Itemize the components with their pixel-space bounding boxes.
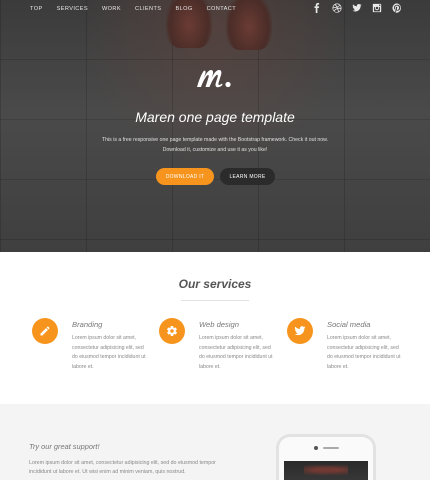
nav-item-contact[interactable]: CONTACT: [207, 6, 236, 12]
learn-more-button[interactable]: LEARN MORE: [220, 168, 275, 185]
support-title: Try our great support!: [29, 442, 100, 451]
nav-item-clients[interactable]: CLIENTS: [135, 6, 161, 12]
pinterest-icon[interactable]: [392, 3, 402, 13]
phone-speaker: [323, 447, 339, 449]
nav-item-top[interactable]: TOP: [30, 6, 43, 12]
nav-item-work[interactable]: WORK: [102, 6, 121, 12]
hero-section: TOP SERVICES WORK CLIENTS BLOG CONTACT M…: [0, 0, 430, 252]
instagram-icon[interactable]: [372, 3, 382, 13]
hero-description: This is a free responsive one page templ…: [90, 135, 340, 155]
facebook-icon[interactable]: [312, 3, 322, 13]
twitter-icon: [294, 326, 306, 336]
support-section: Try our great support! Lorem ipsum dolor…: [0, 404, 430, 480]
gear-icon: [167, 326, 177, 336]
pencil-icon: [40, 326, 50, 336]
social-links: [312, 3, 402, 13]
twitter-icon[interactable]: [352, 3, 362, 13]
nav-item-blog[interactable]: BLOG: [175, 6, 192, 12]
download-button[interactable]: DOWNLOAD IT: [156, 168, 214, 185]
phone-mockup: [276, 434, 376, 480]
services-title: Our services: [178, 277, 252, 291]
hero-desc-line2: Download it, customize and use it as you…: [162, 147, 268, 153]
dribbble-icon[interactable]: [332, 3, 342, 13]
service-text: Lorem ipsum dolor sit amet, consectetur …: [199, 335, 273, 370]
service-title: Web design: [199, 320, 239, 329]
service-icon-circle: [287, 318, 313, 344]
service-text: Lorem ipsum dolor sit amet, consectetur …: [72, 335, 146, 370]
service-text: Lorem ipsum dolor sit amet, consectetur …: [327, 335, 401, 370]
support-text: Lorem ipsum dolor sit amet, consectetur …: [29, 460, 216, 475]
phone-camera: [314, 446, 318, 450]
services-divider: [181, 300, 249, 301]
hero-title: Maren one page template: [135, 109, 295, 125]
service-icon-circle: [32, 318, 58, 344]
maren-logo-icon: [197, 70, 231, 88]
nav-item-services[interactable]: SERVICES: [57, 6, 88, 12]
hero-desc-line1: This is a free responsive one page templ…: [101, 137, 329, 143]
service-title: Branding: [72, 320, 103, 329]
service-icon-circle: [159, 318, 185, 344]
service-title: Social media: [327, 320, 371, 329]
phone-screen-image: [284, 461, 368, 480]
